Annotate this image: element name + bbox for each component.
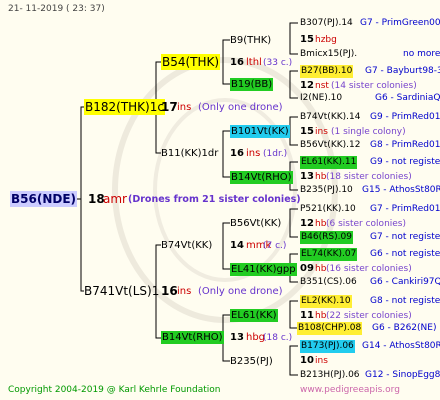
sire-drone-number: 17 <box>161 100 178 114</box>
ss-drone-code: lthl <box>246 57 262 68</box>
dd-queen[interactable]: B14Vt(RHO) <box>161 331 224 344</box>
l4-3-dam[interactable]: B56Vt(KK).12 <box>300 139 360 152</box>
l4-7-dam-info: G6 - B262(NE) <box>372 323 437 333</box>
l4-6-sire[interactable]: EL74(KK).07 <box>300 248 358 261</box>
dam-drone-number: 16 <box>161 284 178 298</box>
l4-3-drone-code: ins <box>315 127 328 137</box>
l4-7-sire-info: G8 - not registe <box>370 296 440 306</box>
sire-drone-note: (Only one drone) <box>198 102 283 113</box>
l4-3-sire-info: G9 - PrimRed01 <box>370 112 440 122</box>
l4-4-sire[interactable]: EL61(KK).11 <box>300 156 358 169</box>
root-drone-note: (Drones from 21 sister colonies) <box>128 194 301 205</box>
l4-8-drone-code: ins <box>315 356 328 366</box>
l4-2-dam[interactable]: I2(NE).10 <box>300 92 342 105</box>
l4-6-drone-number: 09 <box>300 263 314 274</box>
l4-3-drone-note: (1 single colony) <box>331 127 406 137</box>
sd-queen[interactable]: B11(KK)1dr <box>161 147 218 160</box>
dam-drone-code: ins <box>177 286 192 297</box>
l4-4-drone-number: 13 <box>300 171 314 182</box>
l3-queen-2[interactable]: B19(BB) <box>230 78 274 91</box>
l4-3-sire[interactable]: B74Vt(KK).14 <box>300 111 360 124</box>
l4-1-drone-number: 15 <box>300 34 314 45</box>
l4-8-sire[interactable]: B173(PJ).06 <box>300 340 355 353</box>
ds-queen[interactable]: B74Vt(KK) <box>161 239 212 252</box>
l4-8-sire-info: G14 - AthosSt80R <box>362 341 440 351</box>
l4-3-dam-info: G8 - PrimRed01 <box>370 140 440 150</box>
l4-4-dam[interactable]: B235(PJ).10 <box>300 184 353 197</box>
l4-4-drone-note: (18 sister colonies) <box>326 172 412 182</box>
l3-queen-5[interactable]: B56Vt(KK) <box>230 217 281 230</box>
l4-2-sire[interactable]: B27(BB).10 <box>300 65 354 78</box>
ss-queen[interactable]: B54(THK) <box>161 54 221 70</box>
l4-6-drone-code: hb <box>315 264 327 274</box>
l4-5-dam-info: G7 - not registe <box>370 232 440 242</box>
ds-drone-note: (7 c.) <box>263 241 287 251</box>
l4-4-sire-info: G9 - not registe <box>370 157 440 167</box>
l4-6-drone-note: (16 sister colonies) <box>326 264 412 274</box>
l4-8-dam[interactable]: B213H(PJ).06 <box>300 369 360 382</box>
sire-drone-code: ins <box>177 102 192 113</box>
l4-6-sire-info: G6 - not registe <box>370 249 440 259</box>
l4-3-drone-number: 15 <box>300 126 314 137</box>
l4-6-dam[interactable]: B351(CS).06 <box>300 276 357 289</box>
l3-queen-8[interactable]: B235(PJ) <box>230 355 273 368</box>
l4-5-drone-code: hb <box>315 219 327 229</box>
l3-queen-7[interactable]: EL61(KK) <box>230 309 278 322</box>
l4-1-sire-info: G7 - PrimGreen00 <box>360 18 440 28</box>
l3-queen-4[interactable]: B14Vt(RHO) <box>230 171 293 184</box>
sd-drone-code: ins <box>246 148 261 159</box>
ds-drone-number: 14 <box>230 240 244 251</box>
l3-queen-3[interactable]: B101Vt(KK) <box>230 125 290 138</box>
sd-drone-number: 16 <box>230 148 244 159</box>
date-stamp: 21- 11-2019 ( 23: 37) <box>8 4 105 14</box>
l4-1-dam-info: no more <box>403 49 440 59</box>
pedigree-chart: 21- 11-2019 ( 23: 37) B56(NDE) 18 amr (D… <box>0 0 440 400</box>
l4-7-dam[interactable]: B108(CHP).08 <box>297 322 363 335</box>
l3-queen-1[interactable]: B9(THK) <box>230 34 271 47</box>
l4-6-dam-info: G6 - Cankiri97Q <box>370 277 440 287</box>
l4-1-drone-code: hzbg <box>315 35 337 45</box>
l4-4-dam-info: G15 - AthosSt80R <box>362 185 440 195</box>
footer-url-link[interactable]: www.pedigreeapis.org <box>300 384 400 397</box>
l3-queen-6[interactable]: EL41(KK)gpp <box>230 263 297 276</box>
ss-drone-number: 16 <box>230 57 244 68</box>
l4-5-drone-note: (6 sister colonies) <box>326 219 407 229</box>
sd-drone-note: (1dr.) <box>263 149 288 159</box>
l4-7-sire[interactable]: EL2(KK).10 <box>300 295 352 308</box>
l4-7-drone-number: 11 <box>300 310 314 321</box>
l4-5-drone-number: 12 <box>300 218 314 229</box>
l4-1-sire[interactable]: B307(PJ).14 <box>300 17 353 30</box>
dam-queen[interactable]: B741Vt(LS)1 <box>84 283 159 299</box>
dd-drone-number: 13 <box>230 332 244 343</box>
sire-queen[interactable]: B182(THK)1c <box>84 99 165 115</box>
l4-5-sire-info: G7 - PrimRed01 <box>370 204 440 214</box>
footer-copyright: Copyright 2004-2019 @ Karl Kehrle Founda… <box>8 385 221 395</box>
l4-5-dam[interactable]: B46(RS).09 <box>300 231 353 244</box>
l4-1-dam[interactable]: Bmicx15(PJ). <box>300 48 357 61</box>
dam-drone-note: (Only one drone) <box>198 286 283 297</box>
l4-8-dam-info: G12 - SinopEgg86R <box>365 370 440 380</box>
l4-2-dam-info: G6 - SardiniaQ <box>375 93 440 103</box>
root-drone-code: amr <box>103 192 127 206</box>
l4-2-sire-info: G7 - Bayburt98-3 <box>365 66 440 76</box>
l4-2-drone-number: 12 <box>300 80 314 91</box>
l4-8-drone-number: 10 <box>300 355 314 366</box>
root-queen[interactable]: B56(NDE) <box>10 191 78 207</box>
l4-4-drone-code: hb <box>315 172 327 182</box>
dd-drone-note: (18 c.) <box>263 333 293 343</box>
ss-drone-note: (33 c.) <box>263 58 293 68</box>
l4-5-sire[interactable]: P521(KK).10 <box>300 203 356 216</box>
